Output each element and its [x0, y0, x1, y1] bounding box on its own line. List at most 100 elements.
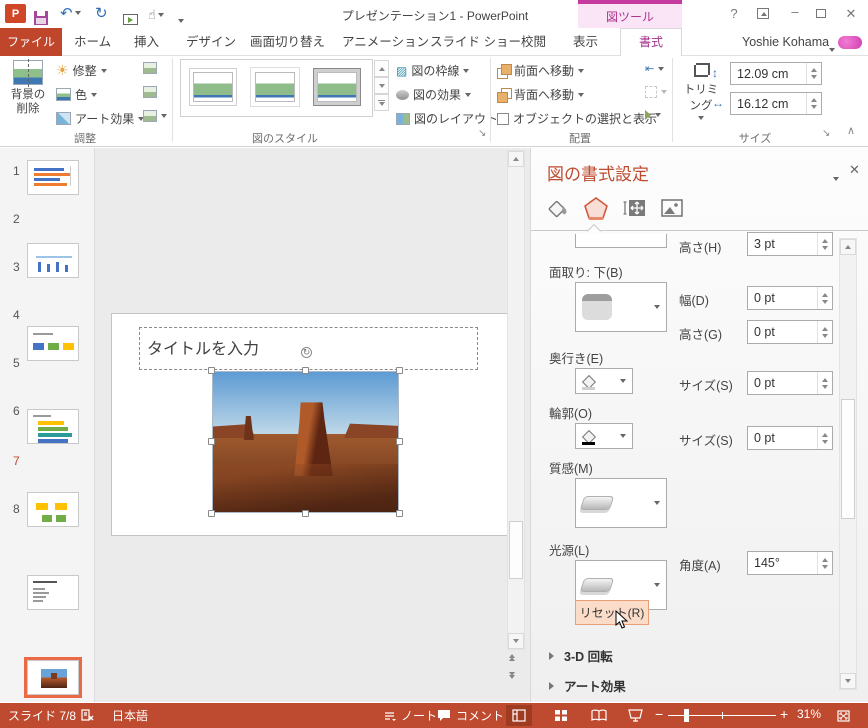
user-name[interactable]: Yoshie Kohama — [742, 28, 829, 56]
picture-layout-button[interactable]: 図のレイアウト — [396, 110, 509, 127]
notes-button[interactable]: ノート — [383, 707, 437, 724]
handle-bottom-center[interactable] — [302, 510, 309, 517]
redo-icon[interactable]: ↻ — [95, 2, 108, 24]
scroll-up-icon[interactable] — [508, 151, 524, 167]
handle-mid-left[interactable] — [208, 438, 215, 445]
bring-forward-button[interactable]: 前面へ移動 — [497, 62, 585, 79]
width-d-field[interactable]: 0 pt — [747, 286, 833, 310]
zoom-in-icon[interactable]: + — [780, 706, 788, 722]
slide-canvas[interactable]: タイトルを入力 ↻ — [111, 313, 516, 536]
slideshow-view-icon[interactable] — [622, 705, 648, 726]
user-menu-caret-icon[interactable] — [829, 41, 835, 55]
handle-top-left[interactable] — [208, 367, 215, 374]
tab-format-active[interactable]: 書式 — [620, 28, 682, 57]
zoom-slider-handle[interactable] — [684, 709, 689, 722]
size-dialog-launcher-icon[interactable]: ↘ — [822, 128, 830, 139]
handle-bottom-left[interactable] — [208, 510, 215, 517]
touch-mode-icon[interactable]: ☝ — [148, 4, 164, 26]
send-backward-button[interactable]: 背面へ移動 — [497, 86, 585, 103]
corrections-button[interactable]: ☀ 修整 — [56, 62, 107, 79]
contour-color-dropdown[interactable] — [575, 423, 633, 449]
height-h-field[interactable]: 3 pt — [747, 232, 833, 256]
tab-slideshow[interactable]: スライド ショー — [430, 28, 521, 56]
reset-button[interactable]: リセット(R) — [575, 600, 649, 625]
effects-tab-selected[interactable] — [581, 194, 611, 222]
section-art-effects[interactable]: アート効果 — [549, 676, 626, 695]
gallery-up-icon[interactable] — [374, 60, 389, 77]
zoom-out-icon[interactable]: − — [655, 706, 663, 722]
start-slideshow-icon[interactable] — [123, 8, 138, 30]
picture-styles-dialog-launcher-icon[interactable]: ↘ — [478, 128, 486, 139]
picture-border-button[interactable]: ▨ 図の枠線 — [396, 62, 470, 79]
tab-view[interactable]: 表示 — [573, 28, 598, 56]
zoom-level[interactable]: 31% — [797, 707, 821, 721]
width-spin-icons[interactable] — [806, 93, 821, 114]
handle-mid-right[interactable] — [396, 438, 403, 445]
pane-options-caret-icon[interactable] — [833, 170, 839, 184]
align-objects-button[interactable]: ⇤ — [645, 62, 665, 75]
height-spin-icons[interactable] — [806, 63, 821, 84]
handle-bottom-right[interactable] — [396, 510, 403, 517]
picture-style-3-selected[interactable] — [313, 68, 361, 106]
depth-size-field[interactable]: 0 pt — [747, 371, 833, 395]
gallery-down-icon[interactable] — [374, 77, 389, 94]
slide-5-thumbnail[interactable] — [27, 492, 79, 527]
tab-review[interactable]: 校閲 — [521, 28, 546, 56]
rotation-handle-icon[interactable]: ↻ — [301, 347, 312, 358]
rotate-objects-button[interactable] — [645, 110, 661, 120]
pane-scrollbar-thumb[interactable] — [841, 399, 855, 519]
spellcheck-icon[interactable] — [80, 707, 95, 722]
language-indicator[interactable]: 日本語 — [112, 707, 148, 724]
tab-design[interactable]: デザイン — [186, 28, 236, 56]
slide-4-thumbnail[interactable] — [27, 409, 79, 444]
shape-height-field[interactable]: 12.09 cm — [730, 62, 822, 85]
contour-size-field[interactable]: 0 pt — [747, 426, 833, 450]
normal-view-icon[interactable] — [506, 705, 532, 726]
slide-6-thumbnail[interactable] — [27, 575, 79, 610]
shape-width-field[interactable]: 16.12 cm — [730, 92, 822, 115]
scrollbar-thumb[interactable] — [509, 521, 523, 579]
scroll-down-icon[interactable] — [508, 633, 524, 649]
handle-top-center[interactable] — [302, 367, 309, 374]
group-objects-button[interactable] — [645, 86, 667, 98]
tab-animations[interactable]: アニメーション — [342, 28, 429, 56]
color-button[interactable]: 色 — [56, 86, 98, 103]
selected-picture[interactable] — [212, 371, 399, 513]
tab-file[interactable]: ファイル — [0, 28, 62, 56]
angle-field[interactable]: 145° — [747, 551, 833, 575]
handle-top-right[interactable] — [396, 367, 403, 374]
collapse-ribbon-icon[interactable]: ∧ — [847, 124, 855, 137]
depth-color-dropdown[interactable] — [575, 368, 633, 394]
next-slide-icon[interactable] — [509, 672, 515, 679]
picture-style-2[interactable] — [251, 68, 299, 106]
maximize-icon[interactable] — [816, 9, 826, 18]
user-avatar[interactable] — [838, 36, 862, 49]
comments-button[interactable]: コメント — [437, 707, 504, 724]
close-icon[interactable]: ✕ — [843, 6, 859, 22]
section-3d-rotation[interactable]: 3-D 回転 — [549, 646, 613, 665]
compress-picture-button[interactable] — [143, 62, 157, 74]
remove-background-button[interactable]: 背景の 削除 — [6, 59, 50, 131]
slide-7-thumbnail-selected[interactable] — [24, 657, 82, 698]
minimize-icon[interactable]: – — [787, 4, 803, 19]
reading-view-icon[interactable] — [586, 705, 612, 726]
reset-picture-button[interactable] — [143, 110, 167, 122]
customize-qat-icon[interactable] — [178, 12, 184, 26]
slide-2-thumbnail[interactable] — [27, 243, 79, 278]
bevel-top-dropdown[interactable] — [575, 234, 667, 248]
tab-transitions[interactable]: 画面切り替え — [250, 28, 325, 56]
previous-slide-icon[interactable] — [509, 654, 515, 661]
size-properties-tab[interactable] — [619, 194, 649, 222]
picture-effects-button[interactable]: 図の効果 — [396, 86, 472, 103]
height-g-field[interactable]: 0 pt — [747, 320, 833, 344]
artistic-effects-button[interactable]: アート効果 — [56, 110, 145, 127]
selection-pane-button[interactable]: オブジェクトの選択と表示 — [497, 110, 657, 127]
fill-line-tab[interactable] — [543, 194, 573, 222]
pane-scroll-up-icon[interactable] — [840, 239, 856, 255]
ribbon-display-options-icon[interactable] — [757, 8, 769, 19]
pane-scrollbar[interactable] — [839, 238, 857, 690]
undo-icon[interactable]: ↶ — [60, 2, 81, 24]
pane-close-icon[interactable]: ✕ — [849, 162, 860, 178]
picture-style-1[interactable] — [189, 68, 237, 106]
save-icon[interactable] — [34, 7, 48, 29]
